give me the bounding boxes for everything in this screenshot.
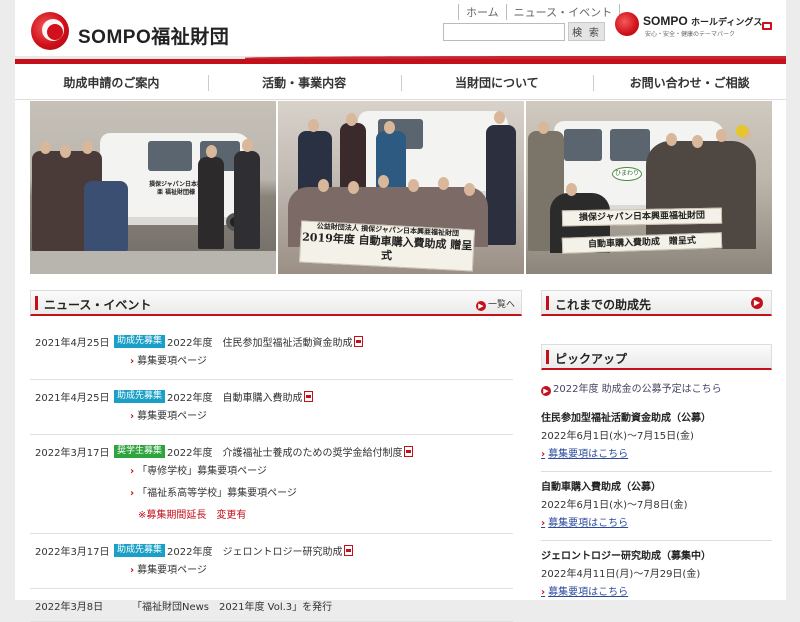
header-accent-line (15, 56, 786, 64)
news-list-link-label: 一覧へ (487, 300, 515, 310)
pickup-item-link[interactable]: › 募集要項はこちら (541, 449, 628, 460)
pdf-icon[interactable] (344, 544, 354, 556)
holdings-suffix: ホールディングス (691, 17, 763, 27)
chevron-right-icon: › (130, 466, 135, 477)
home-link[interactable]: ホーム (458, 4, 507, 20)
nav-activities[interactable]: 活動・事業内容 (207, 66, 401, 99)
pickup-section-header: ピックアップ (541, 344, 772, 370)
arrow-right-icon: ▶ (541, 386, 551, 396)
news-date: 2021年4月25日 (35, 392, 110, 404)
news-note: ※募集期間延長 変更有 (138, 510, 247, 521)
pdf-icon[interactable] (404, 445, 414, 457)
pickup-schedule-label: 2022年度 助成金の公募予定はこちら (553, 384, 722, 395)
pickup-item-title: ジェロントロジー研究助成（募集中） (541, 551, 711, 562)
news-item: 2022年3月17日 奨学生募集 2022年度 介護福祉士養成のための奨学金給付… (30, 435, 513, 534)
external-window-icon (762, 22, 772, 30)
pickup-item: ジェロントロジー研究助成（募集中） 2022年4月11日(月)～7月29日(金)… (541, 548, 772, 604)
sompo-holdings-logo-icon[interactable] (615, 12, 639, 36)
pdf-icon[interactable] (304, 390, 314, 402)
news-sub-link[interactable]: 募集要項ページ (137, 565, 207, 576)
ceremony-photo-3: ひまわり 損保ジャパン日本興亜福祉財団 自動車購入費助成 贈呈式 (526, 101, 772, 274)
news-list: 2021年4月25日 助成先募集 2022年度 住民参加型福祉活動資金助成 › 募… (30, 325, 513, 622)
site-logo-text[interactable]: SOMPO福祉財団 (78, 22, 229, 49)
chevron-right-icon: › (130, 356, 135, 367)
pdf-icon[interactable] (354, 335, 364, 347)
chevron-right-icon: › (541, 518, 546, 529)
news-item: 2021年4月25日 助成先募集 2022年度 住民参加型福祉活動資金助成 › 募… (30, 325, 513, 380)
pickup-item-dates: 2022年6月1日(水)～7月15日(金) (541, 431, 694, 442)
van-door-label: 損保ジャパン日本興亜 福祉財団様 (148, 181, 203, 196)
pickup-title: ピックアップ (555, 352, 628, 366)
news-list-link[interactable]: ▶ 一覧へ (475, 297, 515, 311)
pickup-item: 住民参加型福祉活動資金助成（公募） 2022年6月1日(水)～7月15日(金) … (541, 410, 772, 472)
chevron-right-icon: › (541, 587, 546, 598)
sompo-logo-icon[interactable] (31, 12, 69, 50)
news-section-title: ニュース・イベント (44, 298, 152, 312)
pickup-item-link-label: 募集要項はこちら (548, 449, 629, 460)
news-sub-link[interactable]: 募集要項ページ (137, 411, 207, 422)
chevron-right-icon: › (130, 565, 135, 576)
news-item: 2022年3月17日 助成先募集 2022年度 ジェロントロジー研究助成 › 募集… (30, 534, 513, 589)
nav-contact[interactable]: お問い合わせ・ご相談 (593, 66, 786, 99)
header-accent-bar (546, 350, 549, 364)
pickup-item: 自動車購入費助成（公募） 2022年6月1日(水)～7月8日(金) › 募集要項は… (541, 479, 772, 541)
nav-grant-application[interactable]: 助成申請のご案内 (15, 66, 208, 99)
search-button[interactable]: 検 索 (568, 22, 605, 41)
news-date: 2021年4月25日 (35, 337, 110, 349)
pickup-item-title: 自動車購入費助成（公募） (541, 482, 661, 493)
news-title-link[interactable]: 2022年度 介護福祉士養成のための奨学金給付制度 (167, 444, 402, 459)
news-sub-link[interactable]: 「専修学校」募集要項ページ (137, 466, 267, 477)
site-header: SOMPO福祉財団 ホーム ニュース・イベント 検 索 SOMPO ホールディン… (15, 0, 786, 64)
news-title-link[interactable]: 2022年度 自動車購入費助成 (167, 389, 302, 404)
chevron-right-icon: › (130, 488, 135, 499)
arrow-right-icon: ▶ (475, 301, 486, 311)
ceremony-photo-2: 公益財団法人 損保ジャパン日本興亜福祉財団 2019年度 自動車購入費助成 贈呈… (278, 101, 524, 274)
holdings-name: SOMPO (643, 14, 688, 28)
news-item: 2021年4月25日 助成先募集 2022年度 自動車購入費助成 › 募集要項ペー… (30, 380, 513, 435)
pickup-item-link-label: 募集要項はこちら (548, 518, 629, 529)
pickup-item-dates: 2022年4月11日(月)～7月29日(金) (541, 569, 701, 580)
pickup-item-link[interactable]: › 募集要項はこちら (541, 587, 628, 598)
news-section-header: ニュース・イベント ▶ 一覧へ (30, 290, 522, 316)
holdings-logo-text[interactable]: SOMPO ホールディングス (643, 14, 762, 28)
news-sub-link[interactable]: 「福祉系高等学校」募集要項ページ (137, 488, 297, 499)
pickup-item-link-label: 募集要項はこちら (548, 587, 629, 598)
van-logo-label: ひまわり (612, 167, 642, 181)
category-badge: 奨学生募集 (114, 444, 166, 458)
category-badge: 助成先募集 (114, 334, 166, 348)
ceremony-banner-line1: 損保ジャパン日本興亜福祉財団 (561, 207, 723, 227)
category-badge: 助成先募集 (114, 389, 166, 403)
sunflower-icon (736, 125, 748, 137)
header-accent-bar (546, 296, 549, 310)
news-date: 2022年3月17日 (35, 447, 110, 459)
news-title-link[interactable]: 2022年度 ジェロントロジー研究助成 (167, 543, 342, 558)
ceremony-photo-1: 損保ジャパン日本興亜 福祉財団様 (30, 101, 276, 274)
holdings-tagline: 安心・安全・健康のテーマパーク (645, 31, 736, 38)
nav-about[interactable]: 当財団について (400, 66, 594, 99)
chevron-right-icon: › (130, 411, 135, 422)
recipients-section-header[interactable]: これまでの助成先 ▶ (541, 290, 772, 316)
category-badge: 助成先募集 (114, 543, 166, 557)
hero-photo-strip: 損保ジャパン日本興亜 福祉財団様 公益財団法人 損保ジャパン日本興亜福祉財団 2… (30, 101, 772, 274)
top-links: ホーム ニュース・イベント (458, 4, 621, 20)
main-navigation: 助成申請のご案内 活動・事業内容 当財団について お問い合わせ・ご相談 (15, 66, 786, 100)
news-title-link[interactable]: 2022年度 住民参加型福祉活動資金助成 (167, 334, 352, 349)
pickup-item-link[interactable]: › 募集要項はこちら (541, 518, 628, 529)
pickup-schedule-link[interactable]: ▶ 2022年度 助成金の公募予定はこちら (541, 380, 722, 396)
search-input[interactable] (443, 23, 565, 41)
arrow-right-icon: ▶ (751, 297, 763, 309)
news-date: 2022年3月17日 (35, 546, 110, 558)
news-sub-link[interactable]: 募集要項ページ (137, 356, 207, 367)
recipients-title: これまでの助成先 (555, 298, 652, 312)
news-item: 2022年3月8日 「福祉財団News 2021年度 Vol.3」を発行 (30, 589, 513, 622)
news-events-link[interactable]: ニュース・イベント (507, 4, 621, 20)
chevron-right-icon: › (541, 449, 546, 460)
page: SOMPO福祉財団 ホーム ニュース・イベント 検 索 SOMPO ホールディン… (15, 0, 786, 622)
ceremony-banner: 公益財団法人 損保ジャパン日本興亜福祉財団 2019年度 自動車購入費助成 贈呈… (299, 220, 475, 272)
pickup-item-dates: 2022年6月1日(水)～7月8日(金) (541, 500, 688, 511)
header-accent-bar (35, 296, 38, 310)
pickup-item-title: 住民参加型福祉活動資金助成（公募） (541, 413, 711, 424)
